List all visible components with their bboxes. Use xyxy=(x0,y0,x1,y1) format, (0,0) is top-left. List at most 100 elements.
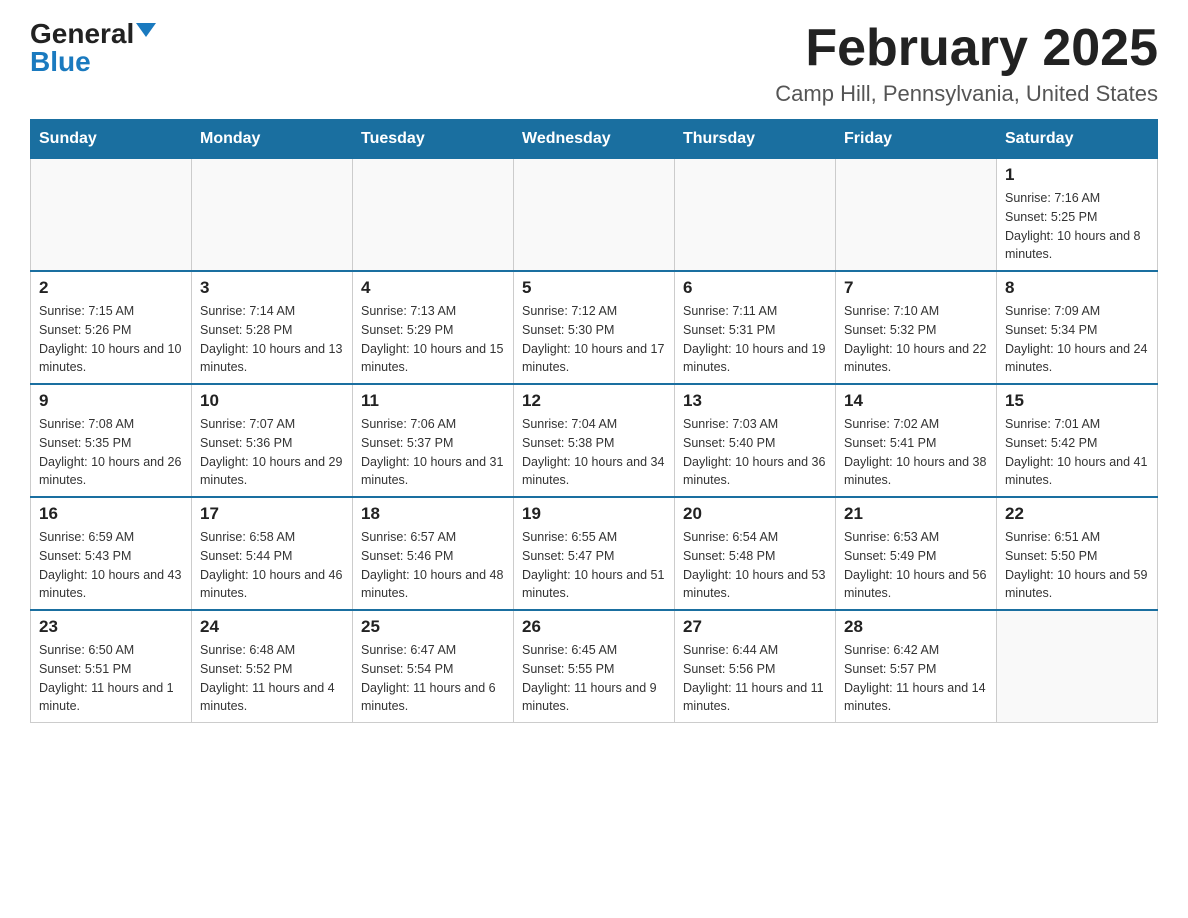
calendar-day-cell: 16 Sunrise: 6:59 AM Sunset: 5:43 PM Dayli… xyxy=(31,497,192,610)
day-info-text: Sunrise: 6:47 AM Sunset: 5:54 PM Dayligh… xyxy=(361,641,505,716)
logo-general-text: General xyxy=(30,20,134,48)
day-number: 23 xyxy=(39,617,183,637)
day-number: 13 xyxy=(683,391,827,411)
calendar-day-cell: 7Sunrise: 7:10 AM Sunset: 5:32 PM Daylig… xyxy=(836,271,997,384)
title-block: February 2025 Camp Hill, Pennsylvania, U… xyxy=(775,20,1158,107)
day-number: 14 xyxy=(844,391,988,411)
calendar-day-cell: 21 Sunrise: 6:53 AM Sunset: 5:49 PM Dayli… xyxy=(836,497,997,610)
day-number: 28 xyxy=(844,617,988,637)
calendar-day-cell: 10 Sunrise: 7:07 AM Sunset: 5:36 PM Dayli… xyxy=(192,384,353,497)
column-header-sunday: Sunday xyxy=(31,120,192,159)
page-header: General Blue February 2025 Camp Hill, Pe… xyxy=(30,20,1158,107)
day-number: 4 xyxy=(361,278,505,298)
calendar-day-cell xyxy=(675,159,836,272)
calendar-day-cell: 4 Sunrise: 7:13 AM Sunset: 5:29 PM Daylig… xyxy=(353,271,514,384)
calendar-day-cell xyxy=(31,159,192,272)
calendar-day-cell xyxy=(192,159,353,272)
day-info-text: Sunrise: 6:57 AM Sunset: 5:46 PM Dayligh… xyxy=(361,528,505,603)
day-number: 22 xyxy=(1005,504,1149,524)
calendar-day-cell: 5 Sunrise: 7:12 AM Sunset: 5:30 PM Daylig… xyxy=(514,271,675,384)
column-header-monday: Monday xyxy=(192,120,353,159)
day-number: 5 xyxy=(522,278,666,298)
day-number: 18 xyxy=(361,504,505,524)
day-info-text: Sunrise: 6:48 AM Sunset: 5:52 PM Dayligh… xyxy=(200,641,344,716)
day-number: 3 xyxy=(200,278,344,298)
calendar-day-cell: 20 Sunrise: 6:54 AM Sunset: 5:48 PM Dayli… xyxy=(675,497,836,610)
day-info-text: Sunrise: 7:07 AM Sunset: 5:36 PM Dayligh… xyxy=(200,415,344,490)
calendar-day-cell: 27Sunrise: 6:44 AM Sunset: 5:56 PM Dayli… xyxy=(675,610,836,723)
day-number: 17 xyxy=(200,504,344,524)
calendar-day-cell: 6Sunrise: 7:11 AM Sunset: 5:31 PM Daylig… xyxy=(675,271,836,384)
column-header-wednesday: Wednesday xyxy=(514,120,675,159)
day-info-text: Sunrise: 7:15 AM Sunset: 5:26 PM Dayligh… xyxy=(39,302,183,377)
day-info-text: Sunrise: 7:04 AM Sunset: 5:38 PM Dayligh… xyxy=(522,415,666,490)
logo-triangle-icon xyxy=(136,23,156,37)
day-info-text: Sunrise: 6:51 AM Sunset: 5:50 PM Dayligh… xyxy=(1005,528,1149,603)
day-number: 25 xyxy=(361,617,505,637)
calendar-day-cell: 24Sunrise: 6:48 AM Sunset: 5:52 PM Dayli… xyxy=(192,610,353,723)
day-number: 1 xyxy=(1005,165,1149,185)
day-number: 21 xyxy=(844,504,988,524)
day-info-text: Sunrise: 7:08 AM Sunset: 5:35 PM Dayligh… xyxy=(39,415,183,490)
calendar-day-cell: 14 Sunrise: 7:02 AM Sunset: 5:41 PM Dayli… xyxy=(836,384,997,497)
month-year-title: February 2025 xyxy=(775,20,1158,77)
day-info-text: Sunrise: 7:13 AM Sunset: 5:29 PM Dayligh… xyxy=(361,302,505,377)
column-header-thursday: Thursday xyxy=(675,120,836,159)
day-info-text: Sunrise: 7:01 AM Sunset: 5:42 PM Dayligh… xyxy=(1005,415,1149,490)
calendar-header-row: SundayMondayTuesdayWednesdayThursdayFrid… xyxy=(31,120,1158,159)
day-info-text: Sunrise: 7:03 AM Sunset: 5:40 PM Dayligh… xyxy=(683,415,827,490)
calendar-day-cell: 9 Sunrise: 7:08 AM Sunset: 5:35 PM Daylig… xyxy=(31,384,192,497)
day-number: 27 xyxy=(683,617,827,637)
day-info-text: Sunrise: 7:14 AM Sunset: 5:28 PM Dayligh… xyxy=(200,302,344,377)
calendar-day-cell: 17 Sunrise: 6:58 AM Sunset: 5:44 PM Dayli… xyxy=(192,497,353,610)
day-number: 16 xyxy=(39,504,183,524)
day-number: 10 xyxy=(200,391,344,411)
calendar-day-cell: 1 Sunrise: 7:16 AM Sunset: 5:25 PM Daylig… xyxy=(997,159,1158,272)
day-info-text: Sunrise: 6:58 AM Sunset: 5:44 PM Dayligh… xyxy=(200,528,344,603)
calendar-day-cell: 28Sunrise: 6:42 AM Sunset: 5:57 PM Dayli… xyxy=(836,610,997,723)
day-info-text: Sunrise: 7:06 AM Sunset: 5:37 PM Dayligh… xyxy=(361,415,505,490)
day-info-text: Sunrise: 7:12 AM Sunset: 5:30 PM Dayligh… xyxy=(522,302,666,377)
logo: General Blue xyxy=(30,20,156,76)
calendar-week-row: 16 Sunrise: 6:59 AM Sunset: 5:43 PM Dayli… xyxy=(31,497,1158,610)
day-number: 19 xyxy=(522,504,666,524)
calendar-day-cell: 12 Sunrise: 7:04 AM Sunset: 5:38 PM Dayli… xyxy=(514,384,675,497)
calendar-day-cell: 23 Sunrise: 6:50 AM Sunset: 5:51 PM Dayli… xyxy=(31,610,192,723)
day-info-text: Sunrise: 7:10 AM Sunset: 5:32 PM Dayligh… xyxy=(844,302,988,377)
calendar-day-cell: 15Sunrise: 7:01 AM Sunset: 5:42 PM Dayli… xyxy=(997,384,1158,497)
day-info-text: Sunrise: 7:02 AM Sunset: 5:41 PM Dayligh… xyxy=(844,415,988,490)
day-number: 20 xyxy=(683,504,827,524)
logo-blue-text: Blue xyxy=(30,48,91,76)
calendar-table: SundayMondayTuesdayWednesdayThursdayFrid… xyxy=(30,119,1158,723)
calendar-day-cell: 11 Sunrise: 7:06 AM Sunset: 5:37 PM Dayli… xyxy=(353,384,514,497)
day-info-text: Sunrise: 6:59 AM Sunset: 5:43 PM Dayligh… xyxy=(39,528,183,603)
calendar-day-cell: 22 Sunrise: 6:51 AM Sunset: 5:50 PM Dayli… xyxy=(997,497,1158,610)
calendar-day-cell: 2Sunrise: 7:15 AM Sunset: 5:26 PM Daylig… xyxy=(31,271,192,384)
day-info-text: Sunrise: 6:55 AM Sunset: 5:47 PM Dayligh… xyxy=(522,528,666,603)
calendar-day-cell: 19 Sunrise: 6:55 AM Sunset: 5:47 PM Dayli… xyxy=(514,497,675,610)
calendar-day-cell: 18 Sunrise: 6:57 AM Sunset: 5:46 PM Dayli… xyxy=(353,497,514,610)
day-number: 26 xyxy=(522,617,666,637)
day-info-text: Sunrise: 6:53 AM Sunset: 5:49 PM Dayligh… xyxy=(844,528,988,603)
column-header-saturday: Saturday xyxy=(997,120,1158,159)
location-subtitle: Camp Hill, Pennsylvania, United States xyxy=(775,81,1158,107)
day-number: 9 xyxy=(39,391,183,411)
day-number: 12 xyxy=(522,391,666,411)
calendar-day-cell: 3 Sunrise: 7:14 AM Sunset: 5:28 PM Daylig… xyxy=(192,271,353,384)
calendar-day-cell xyxy=(514,159,675,272)
calendar-day-cell: 13 Sunrise: 7:03 AM Sunset: 5:40 PM Dayli… xyxy=(675,384,836,497)
day-info-text: Sunrise: 6:50 AM Sunset: 5:51 PM Dayligh… xyxy=(39,641,183,716)
day-number: 6 xyxy=(683,278,827,298)
day-info-text: Sunrise: 6:45 AM Sunset: 5:55 PM Dayligh… xyxy=(522,641,666,716)
column-header-tuesday: Tuesday xyxy=(353,120,514,159)
day-number: 11 xyxy=(361,391,505,411)
calendar-day-cell xyxy=(836,159,997,272)
day-info-text: Sunrise: 7:09 AM Sunset: 5:34 PM Dayligh… xyxy=(1005,302,1149,377)
day-number: 8 xyxy=(1005,278,1149,298)
column-header-friday: Friday xyxy=(836,120,997,159)
calendar-week-row: 23 Sunrise: 6:50 AM Sunset: 5:51 PM Dayli… xyxy=(31,610,1158,723)
day-info-text: Sunrise: 6:54 AM Sunset: 5:48 PM Dayligh… xyxy=(683,528,827,603)
day-info-text: Sunrise: 7:16 AM Sunset: 5:25 PM Dayligh… xyxy=(1005,189,1149,264)
calendar-day-cell: 25 Sunrise: 6:47 AM Sunset: 5:54 PM Dayli… xyxy=(353,610,514,723)
calendar-week-row: 1 Sunrise: 7:16 AM Sunset: 5:25 PM Daylig… xyxy=(31,159,1158,272)
